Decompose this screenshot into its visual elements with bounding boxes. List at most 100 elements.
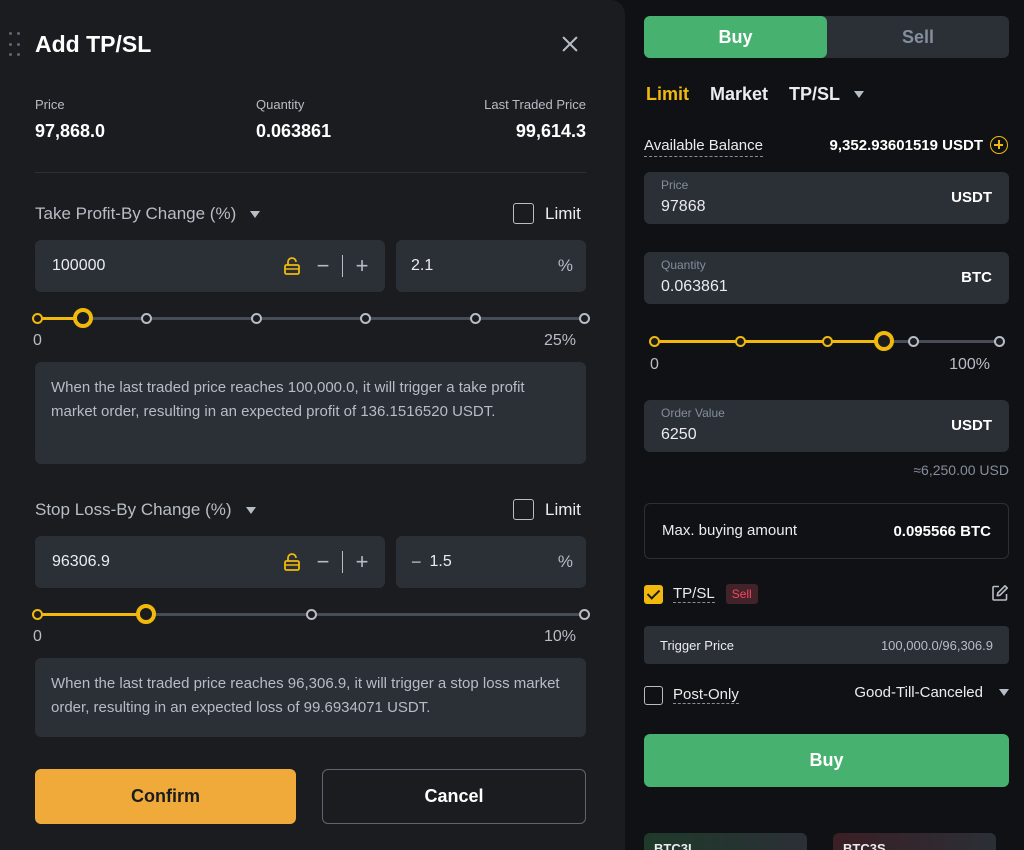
stop-loss-slider[interactable] xyxy=(32,604,590,624)
max-buy-box: Max. buying amount 0.095566 BTC xyxy=(644,503,1009,559)
take-profit-slider[interactable] xyxy=(32,308,590,328)
take-profit-price-value[interactable]: 100000 xyxy=(52,257,282,275)
stop-loss-limit-checkbox[interactable] xyxy=(513,499,534,520)
percent-sign: % xyxy=(557,256,573,275)
quantity-field-value[interactable]: 0.063861 xyxy=(661,278,728,296)
take-profit-price-input[interactable]: 100000 − + xyxy=(35,240,385,292)
slider-tick[interactable] xyxy=(649,336,660,347)
tpsl-checkbox[interactable] xyxy=(644,584,663,604)
cancel-button[interactable]: Cancel xyxy=(322,769,586,824)
info-price-value: 97,868.0 xyxy=(35,121,106,141)
order-type-tabs: Limit Market TP/SL xyxy=(646,84,865,105)
plus-circle-icon[interactable] xyxy=(990,136,1008,154)
decrement-button[interactable]: − xyxy=(314,253,332,279)
info-quantity-label: Quantity xyxy=(256,97,305,112)
take-profit-label: Take Profit-By Change (%) xyxy=(35,204,237,223)
slider-thumb[interactable] xyxy=(874,331,895,351)
trigger-price-row[interactable]: Trigger Price 100,000.0/96,306.9 xyxy=(644,626,1009,664)
tab-market[interactable]: Market xyxy=(710,84,768,105)
post-only-row: Post-Only Good-Till-Canceled xyxy=(644,683,1009,707)
slider-tick[interactable] xyxy=(579,609,590,620)
order-value-unit: USDT xyxy=(951,417,992,434)
stop-loss-percent-value[interactable]: 1.5 xyxy=(430,553,558,571)
slider-tick[interactable] xyxy=(735,336,747,347)
decrement-button[interactable]: − xyxy=(314,549,332,575)
take-profit-description: When the last traded price reaches 100,0… xyxy=(35,362,586,464)
time-in-force-dropdown[interactable]: Good-Till-Canceled xyxy=(854,684,1009,701)
stop-loss-label: Stop Loss-By Change (%) xyxy=(35,500,232,519)
drag-handle-icon[interactable] xyxy=(9,32,21,60)
close-icon[interactable] xyxy=(558,32,582,56)
slider-tick[interactable] xyxy=(32,609,43,620)
token-card-short[interactable]: BTC3S xyxy=(833,833,996,850)
price-field-value[interactable]: 97868 xyxy=(661,198,706,216)
slider-tick[interactable] xyxy=(141,313,153,324)
stop-loss-limit-toggle[interactable]: Limit xyxy=(513,499,581,520)
post-only-checkbox[interactable] xyxy=(644,685,663,705)
price-field-label: Price xyxy=(661,178,689,192)
order-value-field[interactable]: Order Value 6250 USDT xyxy=(644,400,1009,452)
caret-down-icon xyxy=(999,689,1009,696)
modal-title: Add TP/SL xyxy=(35,31,152,57)
add-tpsl-modal: Add TP/SL Price 97,868.0 Quantity 0.0638… xyxy=(0,0,625,850)
tab-limit[interactable]: Limit xyxy=(646,84,689,105)
lock-icon[interactable] xyxy=(282,256,302,276)
take-profit-limit-checkbox[interactable] xyxy=(513,203,534,224)
stop-loss-percent-input[interactable]: − 1.5 % xyxy=(396,536,586,588)
slider-tick[interactable] xyxy=(469,313,481,324)
slider-tick[interactable] xyxy=(360,313,372,324)
divider xyxy=(35,172,586,173)
quantity-slider[interactable] xyxy=(649,331,1005,351)
slider-tick[interactable] xyxy=(994,336,1005,347)
time-in-force-value: Good-Till-Canceled xyxy=(854,684,983,701)
quantity-slider-min: 0 xyxy=(650,356,659,373)
side-buy-tab[interactable]: Buy xyxy=(644,16,827,58)
lock-icon[interactable] xyxy=(282,552,302,572)
price-field[interactable]: Price 97868 USDT xyxy=(644,172,1009,224)
slider-tick[interactable] xyxy=(305,609,317,620)
stop-loss-description: When the last traded price reaches 96,30… xyxy=(35,658,586,737)
stop-loss-price-value[interactable]: 96306.9 xyxy=(52,553,282,571)
increment-button[interactable]: + xyxy=(353,549,371,575)
quantity-field-unit: BTC xyxy=(961,269,992,286)
slider-tick[interactable] xyxy=(907,336,919,347)
post-only-label[interactable]: Post-Only xyxy=(673,686,739,704)
max-buy-label: Max. buying amount xyxy=(662,522,798,539)
slider-tick[interactable] xyxy=(579,313,590,324)
approx-usd: ≈6,250.00 USD xyxy=(913,462,1009,478)
token-card-long[interactable]: BTC3L xyxy=(644,833,807,850)
take-profit-mode-dropdown[interactable]: Take Profit-By Change (%) xyxy=(35,204,261,224)
quantity-field-label: Quantity xyxy=(661,258,706,272)
take-profit-percent-value[interactable]: 2.1 xyxy=(411,257,558,275)
info-last-price-value: 99,614.3 xyxy=(515,121,586,141)
slider-thumb[interactable] xyxy=(72,308,93,328)
stop-loss-mode-dropdown[interactable]: Stop Loss-By Change (%) xyxy=(35,500,256,520)
available-balance-label[interactable]: Available Balance xyxy=(644,137,763,157)
quantity-field[interactable]: Quantity 0.063861 BTC xyxy=(644,252,1009,304)
edit-icon[interactable] xyxy=(991,584,1009,602)
stop-loss-limit-label: Limit xyxy=(545,499,581,519)
slider-tick[interactable] xyxy=(32,313,43,324)
order-panel: Buy Sell Limit Market TP/SL Available Ba… xyxy=(625,0,1024,850)
slider-tick[interactable] xyxy=(821,336,833,347)
stop-loss-price-input[interactable]: 96306.9 − + xyxy=(35,536,385,588)
take-profit-limit-toggle[interactable]: Limit xyxy=(513,203,581,224)
slider-thumb[interactable] xyxy=(136,604,157,624)
confirm-button[interactable]: Confirm xyxy=(35,769,296,824)
percent-sign: % xyxy=(557,552,573,571)
tab-tpsl[interactable]: TP/SL xyxy=(789,84,865,105)
increment-button[interactable]: + xyxy=(353,253,371,279)
side-sell-tab[interactable]: Sell xyxy=(827,16,1009,58)
trigger-price-label: Trigger Price xyxy=(660,638,734,653)
caret-down-icon xyxy=(250,210,261,218)
take-profit-percent-input[interactable]: 2.1 % xyxy=(396,240,586,292)
tpsl-row: TP/SL Sell xyxy=(644,582,1009,606)
info-quantity-value: 0.063861 xyxy=(256,121,332,141)
take-profit-limit-label: Limit xyxy=(545,203,581,223)
order-value-value[interactable]: 6250 xyxy=(661,426,697,444)
available-balance: 9,352.93601519 USDT xyxy=(830,136,1008,154)
slider-tick[interactable] xyxy=(250,313,262,324)
buy-button[interactable]: Buy xyxy=(644,734,1009,787)
tpsl-label[interactable]: TP/SL xyxy=(673,585,715,603)
stop-loss-slider-min: 0 xyxy=(33,628,42,645)
